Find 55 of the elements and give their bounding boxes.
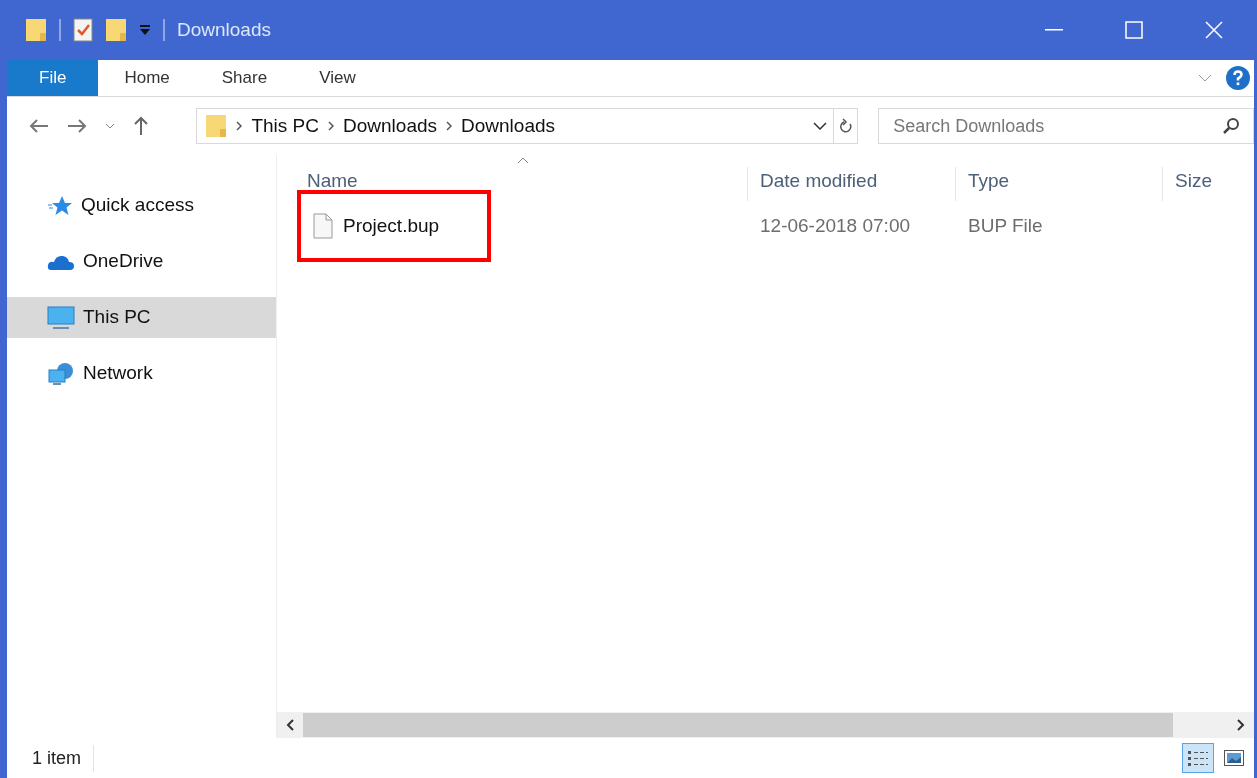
sidebar-item[interactable]: Network bbox=[7, 353, 276, 394]
star-icon bbox=[47, 194, 73, 217]
ribbon-tab[interactable]: File bbox=[7, 60, 99, 96]
table-cell: 12-06-2018 07:00 bbox=[760, 214, 910, 236]
up-icon[interactable] bbox=[133, 116, 149, 136]
window-title: Downloads bbox=[177, 17, 271, 42]
maximize-icon bbox=[1125, 21, 1143, 39]
address-bar[interactable]: This PC Downloads Downloads bbox=[196, 108, 835, 144]
details-view-button[interactable] bbox=[1182, 743, 1214, 773]
refresh-button[interactable] bbox=[834, 108, 859, 144]
sidebar-item[interactable]: OneDrive bbox=[7, 241, 276, 282]
chevron-right-icon bbox=[1237, 719, 1245, 731]
breadcrumb[interactable]: Downloads bbox=[343, 111, 437, 141]
column-header[interactable]: Date modified bbox=[760, 170, 878, 191]
status-text: 1 item bbox=[7, 744, 95, 772]
sidebar-label: This PC bbox=[83, 305, 151, 330]
search-icon[interactable] bbox=[1222, 117, 1240, 135]
chevron-right-icon[interactable] bbox=[446, 121, 452, 131]
ribbon-tab[interactable]: Home bbox=[98, 60, 196, 96]
column-header[interactable]: Size bbox=[1175, 170, 1212, 191]
chevron-left-icon bbox=[286, 719, 294, 731]
chevron-right-icon[interactable] bbox=[328, 121, 334, 131]
folder-icon[interactable] bbox=[25, 17, 47, 43]
picture-icon bbox=[1224, 750, 1244, 766]
search-field[interactable]: Search Downloads bbox=[878, 108, 1254, 144]
help-icon[interactable] bbox=[1226, 66, 1250, 90]
scrollbar-thumb[interactable] bbox=[303, 713, 1173, 737]
minimize-icon bbox=[1045, 29, 1063, 31]
monitor-icon bbox=[47, 305, 75, 330]
ribbon-tab[interactable]: Share bbox=[195, 60, 294, 96]
sidebar-label: Network bbox=[83, 361, 153, 386]
forward-icon[interactable] bbox=[67, 118, 87, 134]
breadcrumb[interactable]: This PC bbox=[251, 111, 319, 141]
chevron-right-icon[interactable] bbox=[236, 121, 243, 131]
ribbon-tab[interactable]: View bbox=[293, 60, 382, 96]
sidebar-item[interactable]: This PC bbox=[7, 297, 276, 338]
breadcrumb[interactable]: Downloads bbox=[461, 111, 555, 141]
file-name[interactable]: Project.bup bbox=[343, 211, 440, 241]
dropdown-icon[interactable] bbox=[139, 24, 151, 36]
details-view-icon bbox=[1187, 749, 1209, 767]
back-icon[interactable] bbox=[29, 118, 49, 134]
network-icon bbox=[47, 361, 75, 386]
folder-icon bbox=[205, 113, 228, 139]
folder-icon[interactable] bbox=[105, 17, 127, 43]
sidebar-item[interactable]: Quick access bbox=[7, 185, 276, 226]
sidebar-label: Quick access bbox=[81, 193, 194, 218]
sidebar-label: OneDrive bbox=[83, 249, 164, 274]
column-header[interactable]: Name bbox=[307, 170, 358, 191]
refresh-icon bbox=[838, 118, 853, 134]
properties-icon[interactable] bbox=[73, 18, 93, 42]
column-header[interactable]: Type bbox=[968, 170, 1010, 191]
close-icon bbox=[1205, 21, 1223, 39]
table-cell: BUP File bbox=[968, 214, 1043, 236]
chevron-down-icon[interactable] bbox=[813, 122, 828, 130]
file-icon bbox=[313, 213, 333, 239]
